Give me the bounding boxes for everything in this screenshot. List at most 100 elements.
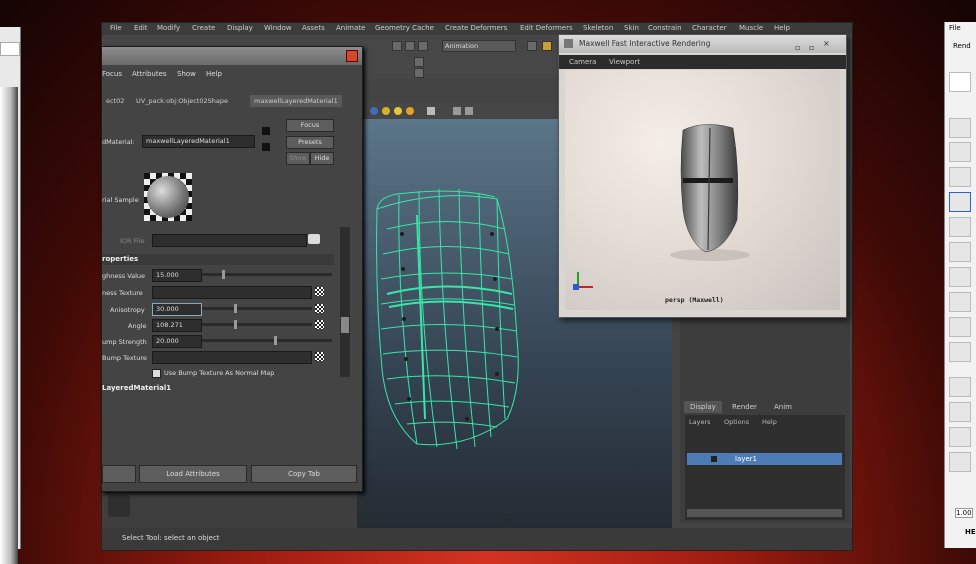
menu-animate[interactable]: Animate (336, 24, 365, 32)
angle-map-icon[interactable] (315, 320, 324, 329)
soft-mod-tool-icon[interactable] (949, 292, 971, 312)
right-window-tab[interactable]: Rend (953, 42, 971, 50)
layout-outliner-icon[interactable] (949, 452, 971, 472)
menu-modify[interactable]: Modify (157, 24, 180, 32)
hide-button[interactable]: Hide (310, 152, 334, 165)
menu-file[interactable]: File (110, 24, 122, 32)
layout-four-icon[interactable] (949, 402, 971, 422)
menu-create-deformers[interactable]: Create Deformers (445, 24, 507, 32)
select-tool-icon[interactable] (949, 118, 971, 138)
menu-attr-help[interactable]: Help (206, 70, 222, 78)
move-tool-icon[interactable] (949, 192, 971, 212)
properties-section-header[interactable]: roperties (102, 254, 334, 265)
menu-assets[interactable]: Assets (302, 24, 325, 32)
show-button[interactable]: Show (286, 152, 310, 165)
folder-icon[interactable] (308, 234, 320, 244)
roughness-field[interactable]: 15.000 (152, 269, 202, 282)
menu-viewport[interactable]: Viewport (609, 58, 640, 66)
menu-edit[interactable]: Edit (134, 24, 148, 32)
isolate-icon[interactable] (453, 107, 461, 115)
open-scene-icon[interactable] (542, 41, 552, 51)
bump-map-icon[interactable] (315, 352, 324, 361)
paint-tool-icon[interactable] (949, 167, 971, 187)
maxwell-render-view[interactable]: persp (Maxwell) (565, 70, 840, 310)
menu-skeleton[interactable]: Skeleton (583, 24, 613, 32)
shadow-icon[interactable] (406, 107, 414, 115)
dropdown-button[interactable] (392, 41, 402, 51)
dropdown-icon[interactable] (949, 72, 971, 92)
attribute-editor-titlebar[interactable] (102, 47, 362, 65)
menu-layer-help[interactable]: Help (762, 418, 777, 426)
xray-icon[interactable] (465, 107, 473, 115)
roughness-slider[interactable] (202, 270, 332, 279)
tab-display[interactable]: Display (684, 401, 722, 413)
layout-single-icon[interactable] (949, 377, 971, 397)
menu-camera[interactable]: Camera (569, 58, 596, 66)
map-button-icon[interactable] (315, 287, 324, 296)
normal-map-checkbox[interactable] (152, 369, 161, 378)
menu-attributes[interactable]: Attributes (132, 70, 167, 78)
select-button[interactable] (102, 465, 136, 483)
material-name-field[interactable]: maxwellLayeredMaterial1 (142, 135, 255, 148)
angle-slider[interactable] (202, 320, 312, 329)
presets-button[interactable]: Presets (286, 136, 334, 149)
shelf-button-b[interactable] (414, 68, 424, 78)
menu-focus[interactable]: Focus (102, 70, 122, 78)
maxwell-titlebar[interactable]: Maxwell Fast Interactive Rendering ▫ ▫ × (559, 35, 846, 53)
light-icon[interactable] (382, 107, 390, 115)
maxwell-close-icon[interactable]: × (823, 35, 830, 53)
bump-strength-field[interactable]: 20.000 (152, 335, 202, 348)
scale-tool-icon[interactable] (949, 242, 971, 262)
output-connection-icon[interactable] (262, 143, 270, 151)
layer-row[interactable]: layer1 (687, 453, 842, 465)
wireframe-icon[interactable] (427, 107, 435, 115)
tab-object-shape[interactable]: UV_pack:obj:Object02Shape (132, 95, 232, 107)
roughness-texture-field[interactable] (152, 286, 312, 299)
tab-render[interactable]: Render (726, 401, 763, 413)
menu-skin[interactable]: Skin (624, 24, 639, 32)
tab-layered-material[interactable]: maxwellLayeredMaterial1 (250, 95, 342, 107)
lock-button[interactable] (405, 41, 415, 51)
tab-anim[interactable]: Anim (768, 401, 798, 413)
ior-file-field[interactable] (152, 234, 307, 247)
rotate-tool-icon[interactable] (949, 217, 971, 237)
bump-texture-field[interactable] (152, 351, 312, 364)
bump-strength-slider[interactable] (202, 336, 332, 345)
right-window-menu-file[interactable]: File (949, 24, 961, 32)
last-tool-icon[interactable] (949, 342, 971, 362)
lasso-tool-icon[interactable] (949, 142, 971, 162)
snap-button[interactable] (418, 41, 428, 51)
focus-button[interactable]: Focus (286, 119, 334, 132)
tab-object[interactable]: ect02 (102, 95, 128, 107)
manipulator-tool-icon[interactable] (949, 267, 971, 287)
menu-window[interactable]: Window (264, 24, 292, 32)
menu-geometry-cache[interactable]: Geometry Cache (375, 24, 434, 32)
layered-material-section[interactable]: LayeredMaterial1 (102, 383, 334, 394)
right-window-field[interactable]: 1.00 (955, 508, 973, 518)
layout-two-icon[interactable] (949, 427, 971, 447)
menu-character[interactable]: Character (692, 24, 727, 32)
shelf-button-a[interactable] (414, 57, 424, 67)
copy-tab-button[interactable]: Copy Tab (251, 465, 357, 483)
shading-icon[interactable] (370, 107, 378, 115)
menu-display[interactable]: Display (227, 24, 253, 32)
load-attributes-button[interactable]: Load Attributes (139, 465, 247, 483)
attribute-scrollbar[interactable] (340, 227, 350, 377)
menu-create[interactable]: Create (192, 24, 215, 32)
show-manipulator-icon[interactable] (949, 317, 971, 337)
layer-scrollbar[interactable] (687, 509, 842, 517)
anisotropy-map-icon[interactable] (315, 304, 324, 313)
close-icon[interactable] (346, 50, 358, 62)
menu-edit-deformers[interactable]: Edit Deformers (520, 24, 573, 32)
input-connection-icon[interactable] (262, 127, 270, 135)
menu-show[interactable]: Show (177, 70, 196, 78)
anisotropy-field[interactable]: 30.000 (152, 303, 202, 316)
layer-visibility-icon[interactable] (711, 456, 717, 462)
mode-select[interactable]: Animation (442, 40, 516, 52)
menu-layers[interactable]: Layers (689, 418, 711, 426)
character-icon[interactable] (108, 495, 130, 517)
menu-constrain[interactable]: Constrain (648, 24, 682, 32)
menu-options[interactable]: Options (724, 418, 749, 426)
anisotropy-slider[interactable] (202, 304, 312, 313)
menu-help[interactable]: Help (774, 24, 790, 32)
